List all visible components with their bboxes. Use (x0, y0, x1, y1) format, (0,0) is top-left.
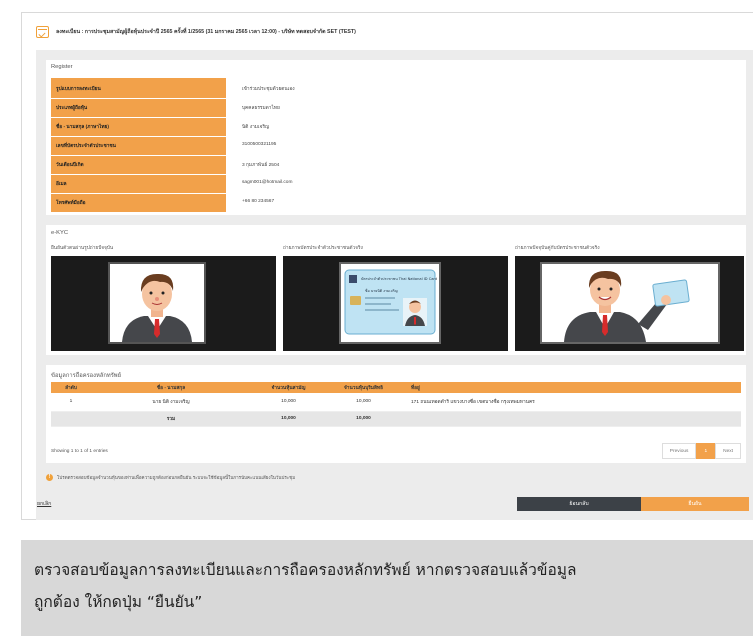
id-card-title: บัตรประจำตัวประชาชน Thai National ID Car… (361, 277, 437, 281)
col-common-shares[interactable]: จำนวนหุ้นสามัญ (251, 382, 326, 393)
register-field-value: เข้าร่วมประชุมด้วยตนเอง (242, 87, 295, 92)
register-row: รูปแบบการลงทะเบียน เข้าร่วมประชุมด้วยตนเอ… (46, 80, 746, 99)
total-preferred-shares: 10,000 (326, 411, 401, 427)
register-field-label: ชื่อ - นามสกุล (ภาษาไทย) (56, 125, 109, 130)
table-header-row: ลำดับ ชื่อ - นามสกุล จำนวนหุ้นสามัญ จำนว… (51, 382, 741, 393)
holdings-heading: ข้อมูลการถือครองหลักทรัพย์ (51, 373, 122, 379)
ekyc-caption-selfie: ยืนยันตัวตนผ่านรูปถ่ายปัจจุบัน (51, 246, 114, 251)
register-field-label: ประเภทผู้ถือหุ้น (56, 106, 88, 111)
cancel-link[interactable]: ยกเลิก (37, 500, 51, 508)
total-blank-2 (401, 411, 741, 427)
cell-common-shares: 10,000 (251, 393, 326, 412)
ekyc-caption-selfie-with-card: ถ่ายภาพปัจจุบันคู่กับบัตรประชาชนตัวจริง (515, 246, 600, 251)
pager-page-1[interactable]: 1 (696, 443, 716, 459)
pagination: Previous 1 Next (661, 443, 741, 459)
register-row: อีเมล sagm001@hotmail.com (46, 175, 746, 194)
col-preferred-shares[interactable]: จำนวนหุ้นบุริมสิทธิ (326, 382, 401, 393)
total-blank-1 (51, 411, 91, 427)
table-info: Showing 1 to 1 of 1 entries (51, 449, 108, 454)
pager-next[interactable]: Next (715, 443, 741, 459)
id-card-icon: บัตรประจำตัวประชาชน Thai National ID Car… (341, 264, 439, 342)
col-address[interactable]: ที่อยู่ (401, 382, 741, 393)
register-field-label: อีเมล (56, 182, 67, 187)
caption-line-1: ตรวจสอบข้อมูลการลงทะเบียนและการถือครองหล… (34, 561, 577, 579)
register-field-label: วันเดือนปีเกิด (56, 163, 84, 168)
register-row: ประเภทผู้ถือหุ้น บุคคลธรรมดาไทย (46, 99, 746, 118)
man-portrait-icon (110, 264, 204, 342)
register-field-value: นิติ งามเจริญ (242, 125, 270, 130)
window-header: ลงทะเบียน : การประชุมสามัญผู้ถือหุ้นประจ… (22, 13, 753, 50)
table-total-row: รวม 10,000 10,000 (51, 411, 741, 427)
register-field-label: โทรศัพท์มือถือ (56, 201, 86, 206)
register-row: วันเดือนปีเกิด 3 กุมภาพันธ์ 2504 (46, 156, 746, 175)
ekyc-heading: e-KYC (51, 230, 69, 236)
holdings-panel: ข้อมูลการถือครองหลักทรัพย์ ลำดับ ชื่อ - … (46, 365, 746, 463)
man-holding-card-icon (542, 264, 718, 342)
cell-address: 171 ถนนเทอดดำริ แขวงบางซื่อ เขตบางซื่อ ก… (401, 393, 741, 412)
back-button[interactable]: ย้อนกลับ (517, 497, 641, 511)
total-label: รวม (91, 411, 251, 427)
ekyc-selfie-with-card-image[interactable] (515, 256, 744, 351)
pager-previous[interactable]: Previous (661, 443, 697, 459)
register-field-label: รูปแบบการลงทะเบียน (56, 87, 101, 92)
register-field-value: 3 กุมภาพันธ์ 2504 (242, 163, 280, 168)
info-note-text: โปรดตรวจสอบข้อมูลจำนวนหุ้นของท่านเพื่อคว… (57, 475, 296, 480)
info-note: ! โปรดตรวจสอบข้อมูลจำนวนหุ้นของท่านเพื่อ… (46, 474, 295, 481)
cell-name: นาย นิติ งามเจริญ (91, 393, 251, 412)
info-icon: ! (46, 474, 53, 481)
table-row: 1 นาย นิติ งามเจริญ 10,000 10,000 171 ถน… (51, 393, 741, 412)
register-field-value: 3100500321195 (242, 142, 277, 147)
total-common-shares: 10,000 (251, 411, 326, 427)
col-index[interactable]: ลำดับ (51, 382, 91, 393)
register-field-value: sagm001@hotmail.com (242, 180, 293, 185)
confirm-button[interactable]: ยืนยัน (641, 497, 749, 511)
holdings-table: ลำดับ ชื่อ - นามสกุล จำนวนหุ้นสามัญ จำนว… (51, 382, 741, 427)
calendar-check-icon (36, 25, 49, 38)
caption-line-2: ถูกต้อง ให้กดปุ่ม “ยืนยัน” (34, 593, 203, 611)
cell-preferred-shares: 10,000 (326, 393, 401, 412)
register-field-value: บุคคลธรรมดาไทย (242, 106, 280, 111)
register-panel: Register รูปแบบการลงทะเบียน เข้าร่วมประชุ… (46, 60, 746, 215)
cell-index: 1 (51, 393, 91, 412)
col-name[interactable]: ชื่อ - นามสกุล (91, 382, 251, 393)
ekyc-selfie-image[interactable] (51, 256, 276, 351)
register-row: เลขที่บัตรประจำตัวประชาชน 3100500321195 (46, 137, 746, 156)
ekyc-idcard-image[interactable]: บัตรประจำตัวประชาชน Thai National ID Car… (283, 256, 508, 351)
instruction-caption: ตรวจสอบข้อมูลการลงทะเบียนและการถือครองหล… (21, 540, 753, 636)
ekyc-caption-idcard: ถ่ายภาพบัตรประจำตัวประชาชนตัวจริง (283, 246, 363, 251)
ekyc-panel: e-KYC ยืนยันตัวตนผ่านรูปถ่ายปัจจุบัน ถ่า… (46, 225, 746, 355)
page-title: ลงทะเบียน : การประชุมสามัญผู้ถือหุ้นประจ… (56, 28, 356, 35)
register-heading: Register (51, 64, 73, 70)
register-field-value: +66 80 234567 (242, 199, 275, 204)
register-row: โทรศัพท์มือถือ +66 80 234567 (46, 194, 746, 213)
id-card-name: ชื่อ นายนิติ งามเจริญ (365, 288, 398, 293)
register-field-label: เลขที่บัตรประจำตัวประชาชน (56, 144, 116, 149)
register-row: ชื่อ - นามสกุล (ภาษาไทย) นิติ งามเจริญ (46, 118, 746, 137)
